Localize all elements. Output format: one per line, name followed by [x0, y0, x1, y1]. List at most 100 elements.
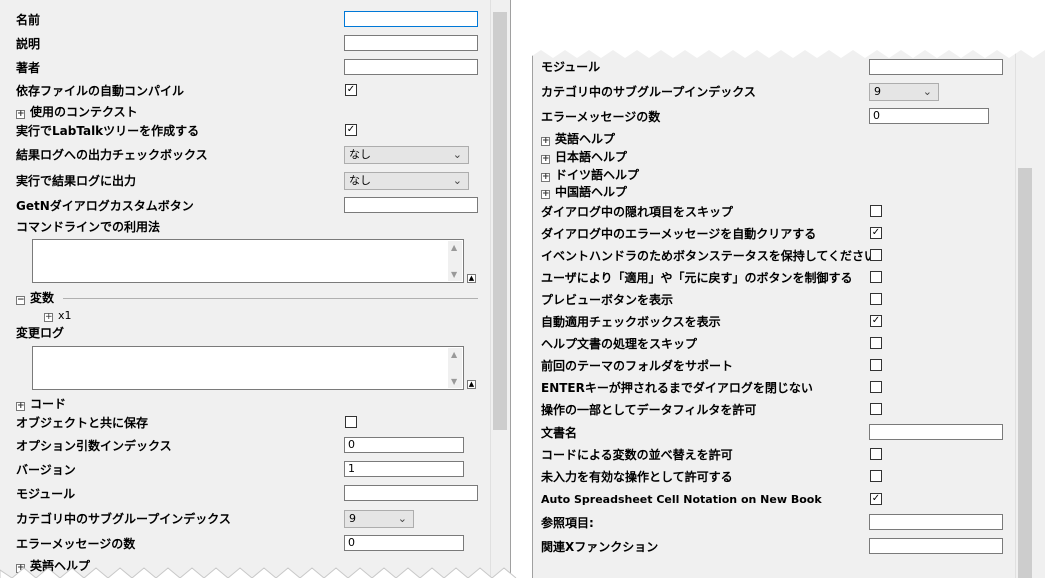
dropdown-value: なし [349, 148, 371, 161]
right-properties-panel: モジュール カテゴリ中のサブグループインデックス 9 ⌄ エラーメッセージの数 0… [532, 48, 1045, 578]
row-label: 関連Xファンクション [541, 540, 659, 554]
getn-custom-button-input[interactable] [344, 197, 478, 213]
german-help-expander[interactable]: + ドイツ語ヘルプ [541, 168, 639, 182]
vertical-scrollbar[interactable] [1015, 48, 1034, 578]
row-label: GetNダイアログカスタムボタン [16, 199, 194, 213]
row-label: 英語ヘルプ [555, 132, 616, 146]
allow-variable-reorder-checkbox[interactable] [870, 448, 882, 460]
author-input[interactable] [344, 59, 478, 75]
auto-compile-checkbox[interactable]: ✓ [345, 84, 357, 96]
description-input[interactable] [344, 35, 478, 51]
collapse-icon: − [16, 295, 25, 305]
results-log-checkbox-dropdown[interactable]: なし ⌄ [344, 146, 469, 164]
row-label: 説明 [16, 37, 41, 51]
row-label: カテゴリ中のサブグループインデックス [16, 512, 231, 526]
row-label: 使用のコンテクスト [30, 105, 138, 119]
option-arg-index-input[interactable]: 0 [344, 437, 464, 453]
row-label: イベントハンドラのためボタンステータスを保持してください [541, 249, 877, 263]
scroll-up-icon: ▲ [451, 243, 458, 252]
allow-empty-input-checkbox[interactable] [870, 470, 882, 482]
skip-hidden-items-checkbox[interactable] [870, 205, 882, 217]
support-last-theme-folder-checkbox[interactable] [870, 359, 882, 371]
row-label: コマンドラインでの利用法 [16, 220, 161, 234]
auto-cell-notation-checkbox[interactable]: ✓ [870, 493, 882, 505]
auto-clear-errors-checkbox[interactable]: ✓ [870, 227, 882, 239]
row-label: ダイアログ中のエラーメッセージを自動クリアする [541, 227, 817, 241]
row-label: 参照項目: [541, 516, 594, 530]
scroll-down-icon: ▼ [451, 270, 458, 279]
section-divider [63, 298, 478, 299]
show-auto-apply-checkbox[interactable]: ✓ [870, 315, 882, 327]
module-input[interactable] [344, 485, 478, 501]
expand-icon: + [541, 154, 550, 164]
variables-section-toggle[interactable]: − 変数 [16, 291, 54, 305]
expand-icon: + [541, 189, 550, 199]
textarea-scrollbar[interactable]: ▲ ▼ [448, 348, 462, 388]
labtalk-tree-checkbox[interactable]: ✓ [345, 124, 357, 136]
error-message-count-input[interactable]: 0 [344, 535, 464, 551]
dropdown-value: 9 [874, 85, 881, 98]
variable-x1-expander[interactable]: + x1 [44, 309, 72, 323]
document-name-input[interactable] [869, 424, 1003, 440]
english-help-expander[interactable]: + 英語ヘルプ [541, 132, 615, 146]
show-preview-button-checkbox[interactable] [870, 293, 882, 305]
scrollbar-thumb[interactable] [493, 12, 507, 430]
related-xfunction-input[interactable] [869, 538, 1003, 554]
row-label: ユーザにより「適用」や「元に戻す」のボタンを制御する [541, 271, 853, 285]
row-label: コードによる変数の並べ替えを許可 [541, 448, 733, 462]
row-label: 結果ログへの出力チェックボックス [16, 148, 208, 162]
row-label: Auto Spreadsheet Cell Notation on New Bo… [541, 493, 822, 506]
torn-edge-bottom [0, 567, 517, 578]
expand-icon: + [44, 312, 53, 322]
chevron-down-icon: ⌄ [397, 512, 407, 525]
row-label: 著者 [16, 61, 41, 75]
scroll-down-icon: ▼ [451, 377, 458, 386]
expand-icon: + [541, 136, 550, 146]
row-label: オプション引数インデックス [16, 439, 172, 453]
row-label: ダイアログ中の隠れ項目をスキップ [541, 205, 734, 219]
expand-icon: + [16, 401, 25, 411]
code-expander[interactable]: + コード [16, 397, 66, 411]
subgroup-index-dropdown[interactable]: 9 ⌄ [344, 510, 414, 528]
error-message-count-input[interactable]: 0 [869, 108, 989, 124]
row-label: モジュール [541, 60, 601, 74]
dropdown-value: 9 [349, 512, 356, 525]
vertical-scrollbar[interactable] [490, 0, 509, 578]
skip-help-doc-checkbox[interactable] [870, 337, 882, 349]
japanese-help-expander[interactable]: + 日本語ヘルプ [541, 150, 627, 164]
variable-name: x1 [58, 309, 72, 322]
chinese-help-expander[interactable]: + 中国語ヘルプ [541, 185, 627, 199]
chevron-down-icon: ⌄ [922, 85, 932, 98]
reference-items-input[interactable] [869, 514, 1003, 530]
module-input[interactable] [869, 59, 1003, 75]
row-label: 変数 [30, 291, 55, 305]
save-with-object-checkbox[interactable] [345, 416, 357, 428]
row-label: 自動適用チェックボックスを表示 [541, 315, 721, 329]
resize-grip-icon[interactable]: ▲ [467, 380, 476, 389]
torn-edge-top [532, 40, 1045, 58]
allow-data-filter-checkbox[interactable] [870, 403, 882, 415]
subgroup-index-dropdown[interactable]: 9 ⌄ [869, 83, 939, 101]
row-label: エラーメッセージの数 [16, 537, 136, 551]
resize-grip-icon[interactable]: ▲ [467, 274, 476, 283]
scrollbar-thumb[interactable] [1018, 168, 1032, 578]
scroll-up-icon: ▲ [451, 350, 458, 359]
row-label: 文書名 [541, 426, 578, 440]
name-input[interactable] [344, 11, 478, 27]
version-input[interactable]: 1 [344, 461, 464, 477]
output-results-log-dropdown[interactable]: なし ⌄ [344, 172, 469, 190]
user-control-apply-undo-checkbox[interactable] [870, 271, 882, 283]
close-on-enter-checkbox[interactable] [870, 381, 882, 393]
textarea-scrollbar[interactable]: ▲ ▼ [448, 241, 462, 281]
chevron-down-icon: ⌄ [452, 148, 462, 161]
row-label: 依存ファイルの自動コンパイル [16, 84, 185, 98]
change-log-textarea[interactable]: ▲ ▼ [32, 346, 464, 390]
row-label: ドイツ語ヘルプ [555, 168, 640, 182]
usage-context-expander[interactable]: + 使用のコンテクスト [16, 105, 138, 119]
command-line-usage-textarea[interactable]: ▲ ▼ [32, 239, 464, 283]
row-label: 日本語ヘルプ [555, 150, 628, 164]
row-label: 中国語ヘルプ [555, 185, 628, 199]
row-label: 実行で結果ログに出力 [16, 174, 137, 188]
keep-button-status-checkbox[interactable] [870, 249, 882, 261]
row-label: プレビューボタンを表示 [541, 293, 674, 307]
